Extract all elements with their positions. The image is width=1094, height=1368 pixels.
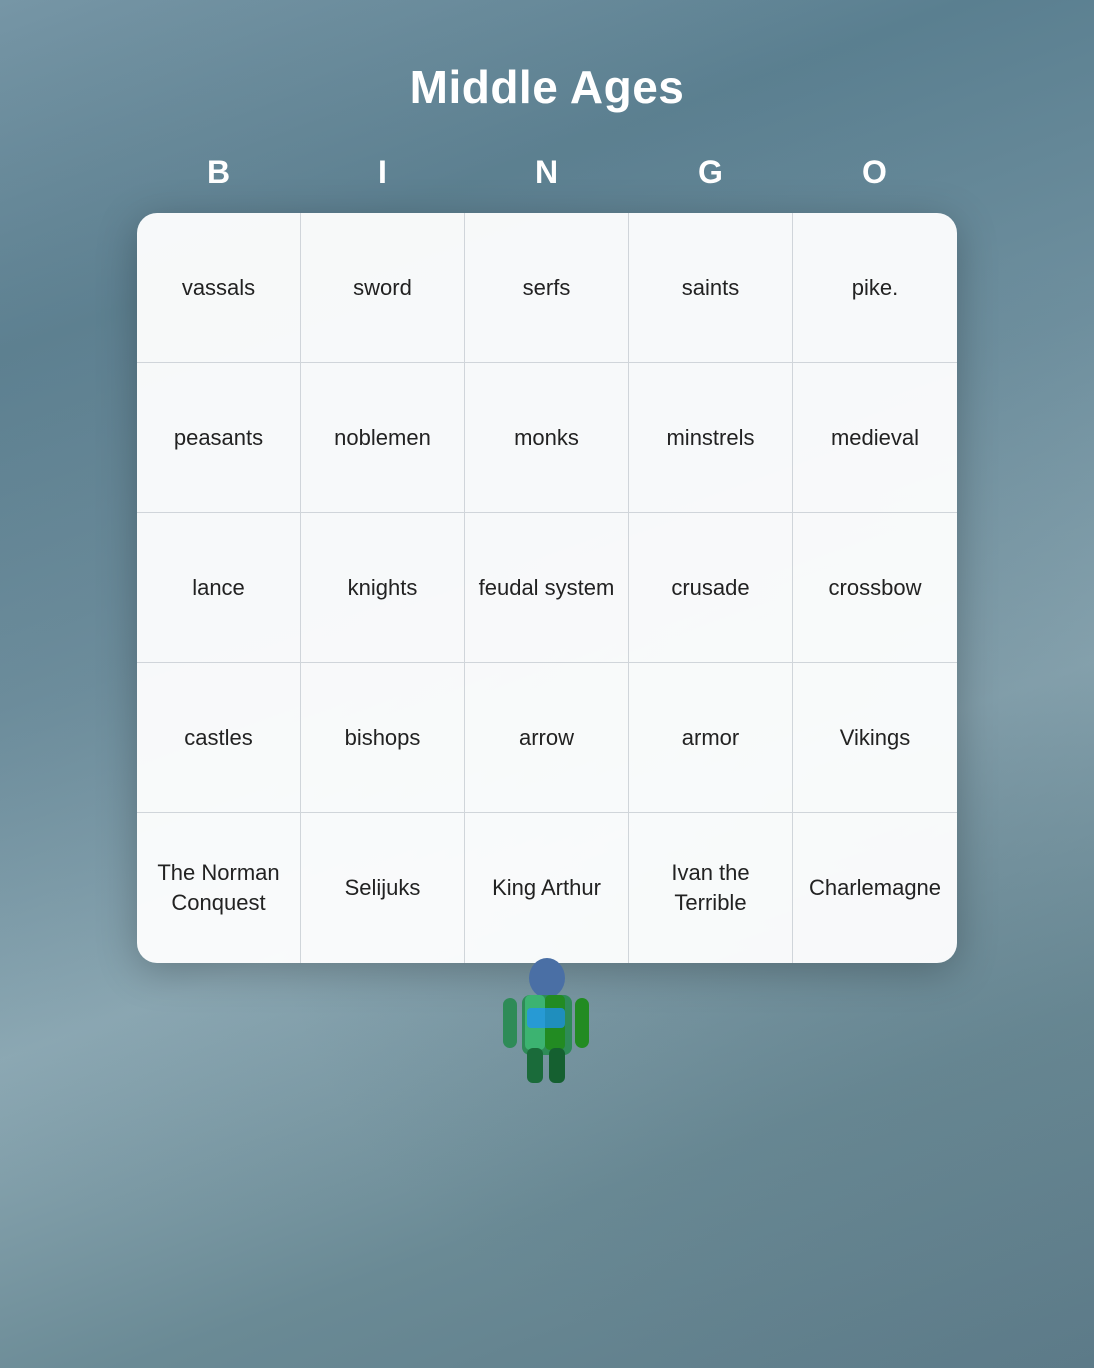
- bingo-cell-18[interactable]: armor: [629, 663, 793, 813]
- bingo-cell-1[interactable]: sword: [301, 213, 465, 363]
- bingo-cell-19[interactable]: Vikings: [793, 663, 957, 813]
- bottom-figure: [467, 953, 627, 1093]
- bingo-letter-g: G: [629, 146, 793, 207]
- bingo-cell-12[interactable]: feudal system: [465, 513, 629, 663]
- bingo-cell-10[interactable]: lance: [137, 513, 301, 663]
- bingo-header: BINGO: [137, 146, 957, 207]
- bingo-cell-5[interactable]: peasants: [137, 363, 301, 513]
- bingo-cell-4[interactable]: pike.: [793, 213, 957, 363]
- bingo-cell-6[interactable]: noblemen: [301, 363, 465, 513]
- bingo-cell-20[interactable]: The Norman Conquest: [137, 813, 301, 963]
- bingo-cell-17[interactable]: arrow: [465, 663, 629, 813]
- bingo-cell-13[interactable]: crusade: [629, 513, 793, 663]
- bingo-cell-23[interactable]: Ivan the Terrible: [629, 813, 793, 963]
- page-container: Middle Ages BINGO vassalsswordserfssaint…: [117, 60, 977, 1093]
- bingo-cell-14[interactable]: crossbow: [793, 513, 957, 663]
- bingo-cell-9[interactable]: medieval: [793, 363, 957, 513]
- bingo-cell-16[interactable]: bishops: [301, 663, 465, 813]
- bingo-cell-2[interactable]: serfs: [465, 213, 629, 363]
- bingo-cell-0[interactable]: vassals: [137, 213, 301, 363]
- bingo-letter-o: O: [793, 146, 957, 207]
- bingo-cell-24[interactable]: Charlemagne: [793, 813, 957, 963]
- bingo-cell-21[interactable]: Selijuks: [301, 813, 465, 963]
- bingo-cell-15[interactable]: castles: [137, 663, 301, 813]
- bingo-cell-11[interactable]: knights: [301, 513, 465, 663]
- bingo-cell-7[interactable]: monks: [465, 363, 629, 513]
- bingo-cell-3[interactable]: saints: [629, 213, 793, 363]
- bingo-letter-n: N: [465, 146, 629, 207]
- page-title: Middle Ages: [410, 60, 685, 114]
- bingo-card: vassalsswordserfssaintspike. peasantsnobl…: [137, 213, 957, 963]
- bingo-letter-i: I: [301, 146, 465, 207]
- bingo-grid: vassalsswordserfssaintspike. peasantsnobl…: [137, 213, 957, 963]
- bingo-cell-22[interactable]: King Arthur: [465, 813, 629, 963]
- bingo-letter-b: B: [137, 146, 301, 207]
- bingo-cell-8[interactable]: minstrels: [629, 363, 793, 513]
